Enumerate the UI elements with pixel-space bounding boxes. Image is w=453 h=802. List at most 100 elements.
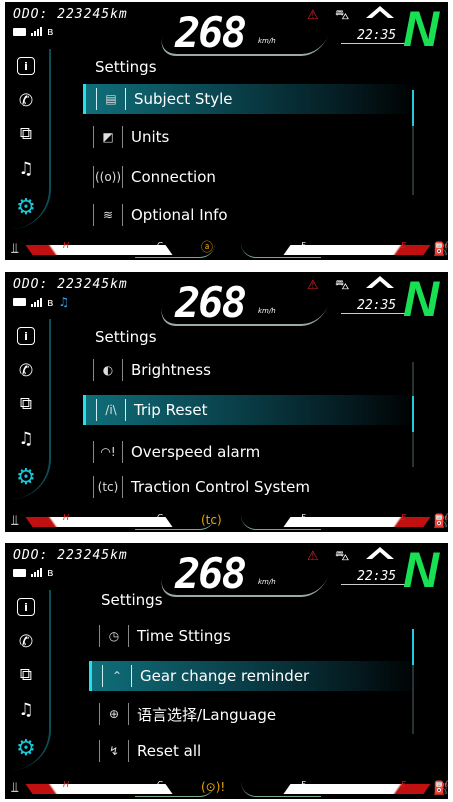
info-icon[interactable]: i — [17, 598, 35, 616]
menu-item-label: Gear change reminder — [140, 667, 310, 685]
menu-item-gear-change-reminder[interactable]: ⌃ Gear change reminder — [89, 661, 422, 691]
scrollbar-thumb[interactable] — [412, 629, 414, 665]
menu-item-optional-info[interactable]: ≋ Optional Info — [83, 200, 413, 230]
apps-icon[interactable]: ⧉ — [14, 122, 38, 146]
temp-hot-mark: H — [63, 241, 70, 250]
gear-indicator: N — [403, 543, 440, 598]
fuel-empty-mark: E — [401, 513, 407, 522]
clock: 22:35 — [357, 298, 397, 313]
info-icon[interactable]: i — [17, 57, 35, 75]
coolant-temp-icon: ⫫ — [11, 513, 19, 529]
bluetooth-icon: ʙ — [47, 566, 54, 579]
music-icon[interactable]: ♫ — [14, 427, 38, 451]
motorcycle-icon: ⛍ — [335, 548, 350, 564]
menu-item-traction-control[interactable]: (tc) Traction Control System — [83, 472, 413, 502]
settings-gear-icon[interactable]: ⚙ — [14, 465, 38, 490]
sidebar: i ✆ ⧉ ♫ ⚙ — [5, 590, 51, 770]
menu-item-label: Reset all — [137, 742, 202, 760]
clock-divider — [341, 313, 407, 314]
phone-icon[interactable]: ✆ — [14, 630, 38, 654]
odometer: ODO: 223245km — [13, 277, 128, 292]
battery-icon — [13, 27, 26, 36]
engine-warning-icon: ⚠ — [307, 278, 319, 293]
menu-item-connection[interactable]: ((o)) Connection — [83, 162, 413, 192]
music-icon[interactable]: ♫ — [14, 698, 38, 722]
menu-item-trip-reset[interactable]: /i\ Trip Reset — [83, 395, 416, 425]
overspeed-alarm-icon: ◠! — [93, 441, 123, 463]
scrollbar[interactable] — [412, 629, 414, 734]
phone-icon[interactable]: ✆ — [14, 359, 38, 383]
info-icon[interactable]: i — [17, 327, 35, 345]
battery-icon — [13, 298, 26, 306]
connection-icon: ((o)) — [93, 166, 123, 188]
menu-item-overspeed-alarm[interactable]: ◠! Overspeed alarm — [83, 437, 413, 467]
bluetooth-icon: ʙ — [47, 295, 54, 309]
highbeam-icon — [366, 276, 394, 288]
units-icon: ◩ — [93, 126, 123, 148]
fuel-full-mark: F — [301, 513, 306, 522]
gear-indicator: N — [403, 272, 440, 327]
gear-indicator: N — [403, 2, 440, 57]
menu-item-label: Time Sttings — [137, 627, 231, 645]
menu-item-units[interactable]: ◩ Units — [83, 122, 413, 152]
scrollbar[interactable] — [412, 90, 414, 195]
menu-item-label: Units — [131, 128, 170, 146]
page-title: Settings — [95, 328, 157, 346]
menu-item-subject-style[interactable]: ▤ Subject Style — [83, 84, 416, 114]
dashboard-screen-1: ODO: 223245km ʙ 268 km/h ⚠ ⛍ 22:35 N i ✆… — [5, 2, 448, 260]
fuel-pump-icon: ⛽ — [433, 514, 448, 529]
phone-icon[interactable]: ✆ — [14, 89, 38, 113]
apps-icon[interactable]: ⧉ — [14, 392, 38, 416]
subject-style-icon: ▤ — [96, 88, 126, 110]
fuel-full-mark: F — [301, 780, 306, 789]
settings-gear-icon[interactable]: ⚙ — [14, 736, 38, 761]
menu-item-label: Trip Reset — [134, 401, 208, 419]
speed-readout: 268 — [175, 278, 247, 327]
coolant-temp-icon: ⫫ — [11, 241, 19, 257]
music-playing-icon: ♫ — [58, 295, 70, 309]
motorcycle-icon: ⛍ — [335, 277, 350, 293]
fuel-empty-mark: E — [401, 780, 407, 789]
temp-hot-mark: H — [63, 780, 70, 789]
gauge-bar: ⫫ H C (tc) F E ⛽ — [5, 510, 448, 532]
fuel-pump-icon: ⛽ — [433, 242, 448, 257]
clock: 22:35 — [357, 28, 397, 43]
menu-item-time-settings[interactable]: ◷ Time Sttings — [89, 621, 419, 651]
menu-item-language[interactable]: ⊕ 语言选择/Language — [89, 699, 419, 729]
settings-gear-icon[interactable]: ⚙ — [14, 195, 38, 220]
fuel-pump-icon: ⛽ — [433, 781, 448, 796]
scrollbar[interactable] — [412, 362, 414, 467]
highbeam-icon — [366, 547, 394, 559]
scrollbar-thumb[interactable] — [412, 396, 414, 432]
optional-info-icon: ≋ — [93, 204, 123, 226]
menu-item-label: Optional Info — [131, 206, 228, 224]
scrollbar-thumb[interactable] — [412, 90, 414, 126]
odometer: ODO: 223245km — [13, 548, 128, 563]
menu-item-label: Subject Style — [134, 90, 233, 108]
highbeam-icon — [366, 6, 394, 18]
signal-icon — [31, 568, 42, 577]
clock-divider — [341, 43, 407, 44]
brightness-icon: ◐ — [93, 359, 123, 381]
apps-icon[interactable]: ⧉ — [14, 663, 38, 687]
menu-item-label: Overspeed alarm — [131, 443, 261, 461]
traction-control-status-icon: (tc) — [201, 513, 222, 527]
trip-reset-icon: /i\ — [96, 399, 126, 421]
clock-divider — [341, 584, 407, 585]
signal-icon — [31, 27, 42, 36]
engine-warning-icon: ⚠ — [307, 8, 319, 23]
music-icon[interactable]: ♫ — [14, 157, 38, 181]
speed-readout: 268 — [175, 549, 247, 598]
menu-item-brightness[interactable]: ◐ Brightness — [83, 355, 413, 385]
menu-item-reset-all[interactable]: ↯ Reset all — [89, 736, 419, 766]
menu-item-label: 语言选择/Language — [137, 705, 277, 724]
menu-item-label: Brightness — [131, 361, 211, 379]
page-title: Settings — [95, 58, 157, 76]
globe-icon: ⊕ — [99, 703, 129, 725]
status-bar: ʙ ♫ — [13, 295, 69, 309]
engine-warning-icon: ⚠ — [307, 549, 319, 564]
motorcycle-icon: ⛍ — [335, 7, 350, 23]
speed-readout: 268 — [175, 8, 247, 57]
gear-reminder-icon: ⌃ — [102, 665, 132, 687]
reset-icon: ↯ — [99, 740, 129, 762]
